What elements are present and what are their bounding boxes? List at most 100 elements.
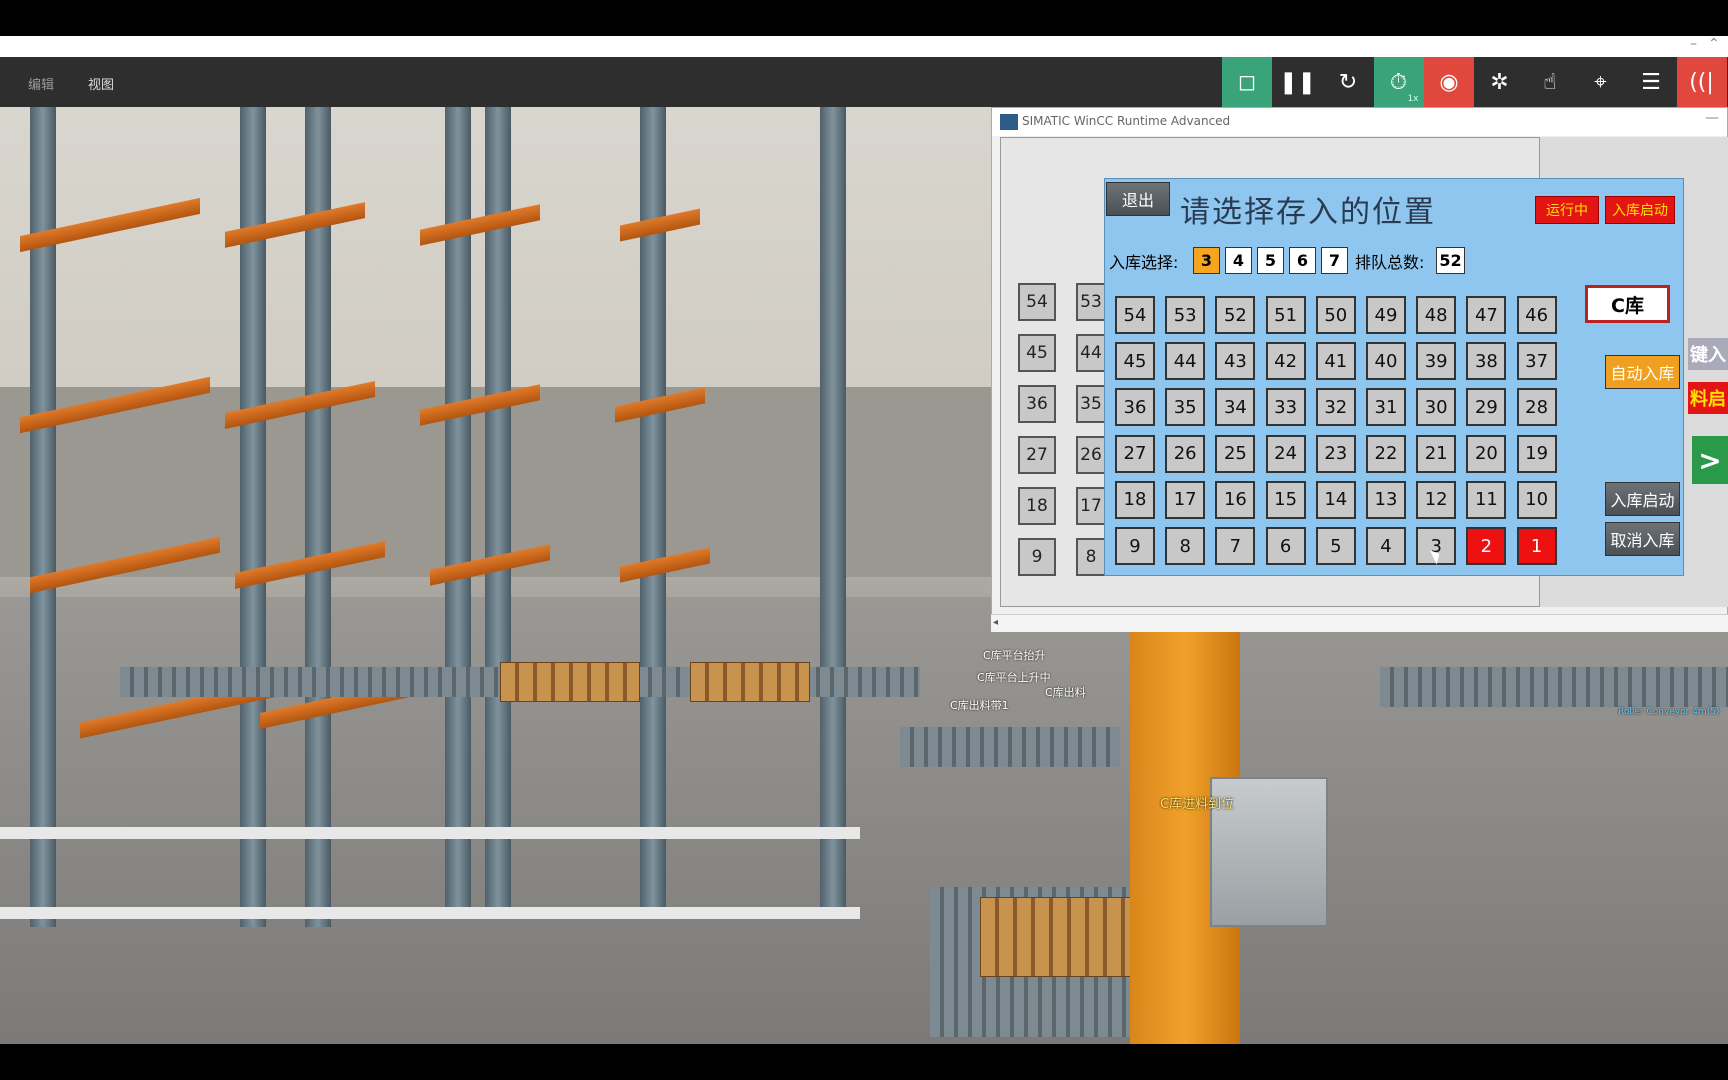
location-cell-20[interactable]: 20 bbox=[1466, 434, 1507, 473]
toolbar-fan-button[interactable]: ✲ bbox=[1474, 57, 1525, 107]
location-cell-49[interactable]: 49 bbox=[1366, 296, 1406, 334]
reset-icon: ↻ bbox=[1338, 69, 1358, 95]
location-cell-21[interactable]: 21 bbox=[1416, 434, 1457, 473]
location-cell-33[interactable]: 33 bbox=[1265, 388, 1306, 427]
location-cell-10[interactable]: 10 bbox=[1516, 480, 1557, 519]
location-cell-13[interactable]: 13 bbox=[1366, 480, 1406, 519]
location-cell-11[interactable]: 11 bbox=[1466, 480, 1507, 519]
queue-total-label: 排队总数: bbox=[1355, 253, 1425, 272]
location-cell-26[interactable]: 26 bbox=[1165, 434, 1206, 473]
status-inbound-start-badge: 入库启动 bbox=[1605, 196, 1675, 224]
toolbar-timer-button[interactable]: ⏱ 1x bbox=[1373, 57, 1424, 107]
pause-icon: ❚❚ bbox=[1279, 69, 1316, 95]
location-cell-6[interactable]: 6 bbox=[1265, 527, 1306, 565]
touch-icon: ☝ bbox=[1543, 69, 1557, 95]
letterbox-top bbox=[0, 0, 1728, 36]
location-cell-54[interactable]: 54 bbox=[1115, 296, 1155, 334]
host-window-strip bbox=[0, 36, 1728, 57]
location-cell-25[interactable]: 25 bbox=[1215, 434, 1256, 473]
location-cell-41[interactable]: 41 bbox=[1315, 342, 1356, 381]
inbound-option-6[interactable]: 6 bbox=[1289, 247, 1316, 274]
location-cell-12[interactable]: 12 bbox=[1416, 480, 1457, 519]
location-cell-18[interactable]: 18 bbox=[1115, 480, 1155, 519]
location-cell-28[interactable]: 28 bbox=[1516, 388, 1557, 427]
toolbar-pause-button[interactable]: ❚❚ bbox=[1272, 57, 1323, 107]
wincc-horizontal-scrollbar[interactable]: ◂ bbox=[991, 614, 1728, 632]
side-next-button[interactable]: > bbox=[1692, 436, 1728, 484]
menu-edit[interactable]: 编辑 bbox=[28, 74, 54, 93]
location-cell-7[interactable]: 7 bbox=[1215, 527, 1256, 565]
inbound-option-3[interactable]: 3 bbox=[1193, 247, 1220, 274]
inbound-option-5[interactable]: 5 bbox=[1257, 247, 1284, 274]
location-cell-51[interactable]: 51 bbox=[1265, 296, 1306, 334]
location-cell-29[interactable]: 29 bbox=[1466, 388, 1507, 427]
background-cell: 53 bbox=[1076, 283, 1106, 321]
location-cell-46[interactable]: 46 bbox=[1516, 296, 1557, 334]
toolbar-touch-button[interactable]: ☝ bbox=[1525, 57, 1575, 107]
location-cell-22[interactable]: 22 bbox=[1366, 434, 1406, 473]
location-cell-14[interactable]: 14 bbox=[1315, 480, 1356, 519]
toolbar-list-button[interactable]: ☰ bbox=[1626, 57, 1676, 107]
location-cell-39[interactable]: 39 bbox=[1416, 342, 1457, 381]
exit-button[interactable]: 退出 bbox=[1106, 182, 1170, 216]
location-cell-8[interactable]: 8 bbox=[1165, 527, 1206, 565]
location-cell-5[interactable]: 5 bbox=[1315, 527, 1356, 565]
host-collapse-button[interactable]: ⌃ bbox=[1708, 36, 1720, 52]
inbound-start-button[interactable]: 入库启动 bbox=[1605, 482, 1680, 516]
menu-view[interactable]: 视图 bbox=[88, 74, 114, 93]
toolbar-record-button[interactable]: ◉ bbox=[1424, 57, 1474, 107]
side-material-button[interactable]: 料启 bbox=[1688, 382, 1728, 414]
side-enter-button[interactable]: 键入 bbox=[1688, 338, 1728, 370]
toolbar-signal-button[interactable]: ((| bbox=[1676, 57, 1727, 107]
location-cell-53[interactable]: 53 bbox=[1165, 296, 1206, 334]
background-cell: 8 bbox=[1076, 538, 1106, 576]
toolbar-stop-button[interactable]: ◻ bbox=[1222, 57, 1272, 107]
location-cell-32[interactable]: 32 bbox=[1315, 388, 1356, 427]
location-cell-24[interactable]: 24 bbox=[1265, 434, 1306, 473]
host-minimize-button[interactable]: – bbox=[1690, 36, 1697, 52]
location-cell-15[interactable]: 15 bbox=[1265, 480, 1306, 519]
location-cell-42[interactable]: 42 bbox=[1265, 342, 1306, 381]
location-cell-31[interactable]: 31 bbox=[1366, 388, 1406, 427]
cancel-inbound-button[interactable]: 取消入库 bbox=[1605, 522, 1680, 556]
inbound-option-7[interactable]: 7 bbox=[1321, 247, 1348, 274]
location-cell-23[interactable]: 23 bbox=[1315, 434, 1356, 473]
location-cell-48[interactable]: 48 bbox=[1416, 296, 1457, 334]
location-cell-34[interactable]: 34 bbox=[1215, 388, 1256, 427]
wincc-logo-icon bbox=[1000, 114, 1018, 130]
inbound-select-label: 入库选择: bbox=[1109, 253, 1179, 272]
location-cell-37[interactable]: 37 bbox=[1516, 342, 1557, 381]
location-cell-50[interactable]: 50 bbox=[1315, 296, 1356, 334]
background-cell: 35 bbox=[1076, 385, 1106, 423]
fan-icon: ✲ bbox=[1490, 69, 1509, 95]
simulator-toolbar: 编辑 视图 ◻ ❚❚ ↻ ⏱ 1x ◉ ✲ ☝ ⌖ ☰ ((| bbox=[0, 57, 1728, 107]
location-cell-16[interactable]: 16 bbox=[1215, 480, 1256, 519]
rack-beam bbox=[420, 204, 540, 246]
location-cell-45[interactable]: 45 bbox=[1115, 342, 1155, 381]
location-cell-30[interactable]: 30 bbox=[1416, 388, 1457, 427]
location-cell-36[interactable]: 36 bbox=[1115, 388, 1155, 427]
location-cell-38[interactable]: 38 bbox=[1466, 342, 1507, 381]
location-cell-19[interactable]: 19 bbox=[1516, 434, 1557, 473]
location-cell-17[interactable]: 17 bbox=[1165, 480, 1206, 519]
wincc-minimize-button[interactable]: — bbox=[1705, 110, 1719, 126]
auto-inbound-button[interactable]: 自动入库 bbox=[1605, 355, 1680, 389]
location-cell-2[interactable]: 2 bbox=[1466, 527, 1507, 565]
inbound-option-4[interactable]: 4 bbox=[1225, 247, 1252, 274]
location-cell-9[interactable]: 9 bbox=[1115, 527, 1155, 565]
background-cell: 26 bbox=[1076, 436, 1106, 474]
location-cell-1[interactable]: 1 bbox=[1516, 527, 1557, 565]
scene-label-out-short: C库出料 bbox=[1045, 686, 1086, 699]
location-cell-35[interactable]: 35 bbox=[1165, 388, 1206, 427]
location-cell-44[interactable]: 44 bbox=[1165, 342, 1206, 381]
location-cell-40[interactable]: 40 bbox=[1366, 342, 1406, 381]
location-cell-52[interactable]: 52 bbox=[1215, 296, 1256, 334]
scroll-left-icon[interactable]: ◂ bbox=[993, 617, 998, 628]
location-cell-27[interactable]: 27 bbox=[1115, 434, 1155, 473]
location-cell-4[interactable]: 4 bbox=[1366, 527, 1406, 565]
scene-label-platform-up: C库平台上升中 bbox=[977, 671, 1051, 684]
location-cell-47[interactable]: 47 bbox=[1466, 296, 1507, 334]
toolbar-target-button[interactable]: ⌖ bbox=[1575, 57, 1626, 107]
toolbar-reset-button[interactable]: ↻ bbox=[1323, 57, 1373, 107]
location-cell-43[interactable]: 43 bbox=[1215, 342, 1256, 381]
